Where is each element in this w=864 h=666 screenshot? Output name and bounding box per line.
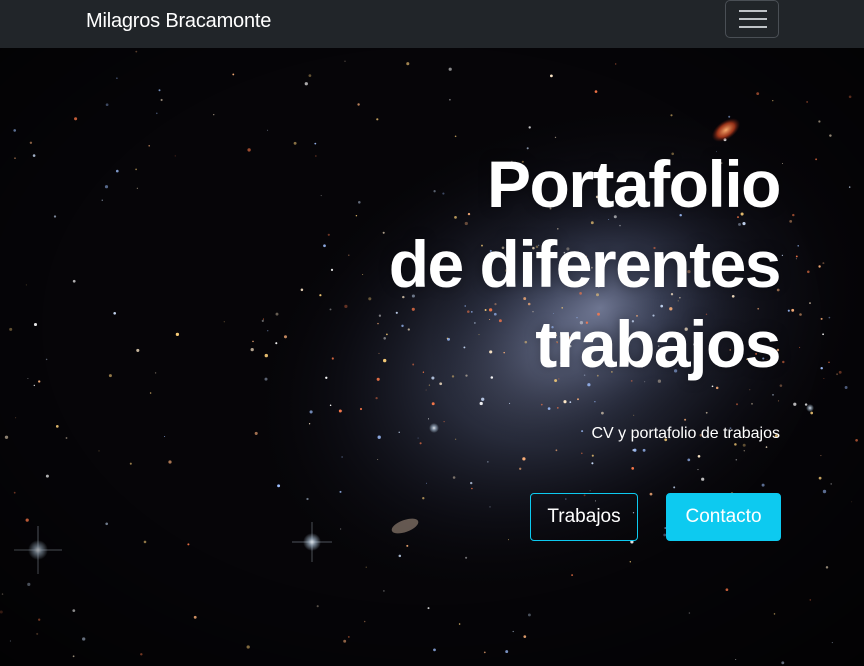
hero-subtitle: CV y portafolio de trabajos [591,425,780,442]
trabajos-button[interactable]: Trabajos [530,493,638,541]
navbar-toggler-button[interactable] [725,0,779,38]
contacto-button[interactable]: Contacto [666,493,781,541]
hero-title-line: de diferentes [388,227,782,301]
hero-section: Portafolio de diferentes trabajos CV y p… [0,48,864,666]
hero-title-line: Portafolio [487,147,782,221]
hamburger-icon [739,10,767,28]
navbar-brand[interactable]: Milagros Bracamonte [86,9,271,33]
page: Milagros Bracamonte Portafolio de difere… [0,0,864,666]
hero-title-line: trabajos [535,307,781,381]
hero-title: Portafolio de diferentes trabajos [260,144,782,384]
navbar: Milagros Bracamonte [0,0,864,48]
